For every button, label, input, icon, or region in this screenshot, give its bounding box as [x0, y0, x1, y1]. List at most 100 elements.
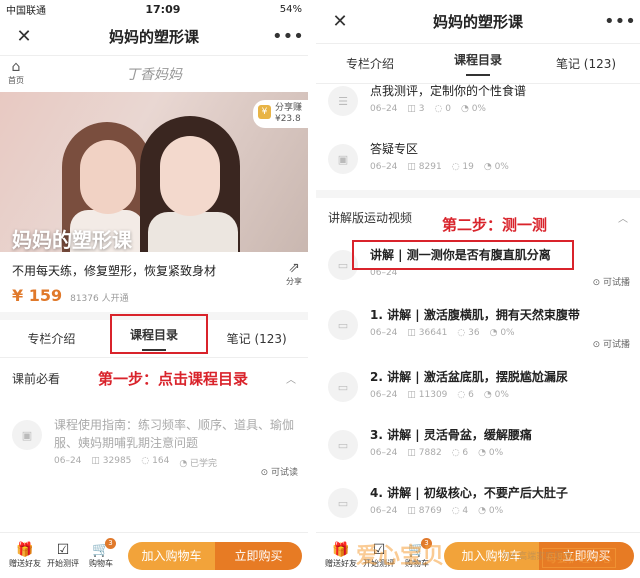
banner-title: 妈妈的塑形课: [12, 228, 132, 252]
list-item[interactable]: ▭ 3. 讲解 | 灵活骨盆，缓解腰痛 06–24 ◫ 7882 ◌ 6 ◔ 0…: [316, 418, 640, 476]
home-label: 首页: [8, 76, 24, 85]
video-list: ▭ 讲解 | 测一测你是否有腹直肌分离 06–24 ⊙ 可试播 ▭ 1. 讲解 …: [316, 238, 640, 532]
gift-button[interactable]: 🎁 赠送好友: [322, 542, 360, 569]
item-date: 06–24: [54, 456, 82, 466]
left-screen: 中国联通 17:09 54% ✕ 妈妈的塑形课 ••• ⌂ 首页 丁香妈妈 妈妈…: [0, 0, 312, 578]
item-meta: 06–24 ◫ 3 ◌ 0 ◔ 0%: [370, 104, 486, 114]
model-face-right: [160, 136, 220, 216]
video-icon: ▭: [328, 372, 358, 402]
item-meta: 06–24 ◫ 8291 ◌ 19 ◔ 0%: [370, 162, 509, 172]
cart-button[interactable]: 🛒 购物车 3: [82, 538, 120, 569]
home-icon: ⌂: [11, 59, 21, 75]
tab-notes[interactable]: 笔记 (123): [205, 330, 308, 347]
close-icon[interactable]: ✕: [12, 26, 36, 47]
item-meta: 06–24 ◫ 8769 ◌ 4 ◔ 0%: [370, 506, 504, 516]
step1-annotation: 第一步：点击课程目录: [98, 369, 249, 388]
item-title: 2. 讲解 | 激活盆底肌，摆脱尴尬漏尿: [370, 370, 568, 384]
section-header[interactable]: 课前必看 第一步：点击课程目录 ︿: [0, 358, 308, 398]
list-item[interactable]: ▣ 答疑专区 06–24 ◫ 8291 ◌ 19 ◔ 0%: [316, 132, 640, 190]
page-title: 妈妈的塑形课: [108, 28, 199, 46]
watermark-tag: 母婴护理中心: [542, 548, 616, 568]
list-item[interactable]: ▭ 1. 讲解 | 激活腹横肌，拥有天然束腹带 06–24 ◫ 36641 ◌ …: [316, 298, 640, 360]
model-body-right: [148, 212, 238, 252]
battery-level: 54%: [279, 3, 302, 15]
course-banner: 妈妈的塑形课 ¥ 分享赚 ¥23.8: [0, 92, 308, 252]
item-title: 4. 讲解 | 初级核心，不要产后大肚子: [370, 486, 568, 500]
model-face-left: [80, 140, 136, 214]
list-item[interactable]: ▣ 课程使用指南：练习频率、顺序、道具、瑜伽服、姨妈期哺乳期注意问题 06–24…: [0, 398, 308, 488]
tab-intro[interactable]: 专栏介绍: [0, 330, 103, 347]
video-icon: ▭: [328, 310, 358, 340]
document-icon: ☰: [328, 86, 358, 116]
tab-bar: 专栏介绍 课程目录 笔记 (123): [0, 312, 308, 358]
item-meta: 06–24 ◫ 11309 ◌ 6 ◔ 0%: [370, 390, 509, 400]
trial-label[interactable]: ⊙ 可试播: [593, 337, 630, 350]
page-title: 妈妈的塑形课: [432, 13, 523, 31]
start-test-button[interactable]: ☑ 开始测评: [44, 542, 82, 569]
gift-button[interactable]: 🎁 赠送好友: [6, 542, 44, 569]
list-item[interactable]: ▭ 2. 讲解 | 激活盆底肌，摆脱尴尬漏尿 06–24 ◫ 11309 ◌ 6…: [316, 360, 640, 418]
highlight-box-catalog: [110, 314, 208, 354]
buy-now-button[interactable]: 立即购买: [215, 541, 302, 570]
share-earn-label: 分享赚: [274, 103, 302, 113]
item-views: ◫ 32985: [91, 456, 132, 466]
brand-logo: 丁香妈妈: [126, 67, 182, 83]
list-item[interactable]: ▭ 讲解 | 测一测你是否有腹直肌分离 06–24 ⊙ 可试播: [316, 238, 640, 298]
divider: [316, 190, 640, 198]
carrier-label: 中国联通: [6, 5, 46, 17]
brand-bar: ⌂ 首页 丁香妈妈: [0, 56, 308, 92]
trial-label[interactable]: ⊙ 可试播: [593, 275, 630, 288]
share-earn-amount: ¥23.8: [274, 114, 301, 124]
video-icon: ▭: [328, 488, 358, 518]
share-earn-badge[interactable]: ¥ 分享赚 ¥23.8: [252, 100, 308, 128]
status-bar: 中国联通 17:09 54%: [0, 0, 308, 18]
step2-annotation: 第二步：测一测: [442, 216, 548, 234]
item-title: 点我测评，定制你的个性食谱: [370, 84, 527, 98]
bottom-action-bar: 🎁 赠送好友 ☑ 开始测评 🛒 购物车 3 加入购物车 立即购买: [0, 532, 308, 578]
more-icon[interactable]: •••: [272, 26, 304, 47]
course-description: 不用每天练，修复塑形，恢复紧致身材 ⇗ 分享: [0, 252, 308, 286]
add-to-cart-button[interactable]: 加入购物车: [128, 541, 215, 570]
list-item[interactable]: ▭ 4. 讲解 | 初级核心，不要产后大肚子 06–24 ◫ 8769 ◌ 4 …: [316, 476, 640, 532]
tab-intro[interactable]: 专栏介绍: [316, 55, 424, 72]
item-title: 3. 讲解 | 灵活骨盆，缓解腰痛: [370, 428, 532, 442]
home-button[interactable]: ⌂ 首页: [8, 59, 24, 86]
gift-icon: 🎁: [16, 542, 34, 558]
watermark-text: 爱心宝贝: [356, 544, 445, 569]
title-bar: ✕ 妈妈的塑形课 •••: [0, 18, 308, 56]
section-title: 课前必看: [12, 371, 61, 386]
list-item[interactable]: ☰ 点我测评，定制你的个性食谱 06–24 ◫ 3 ◌ 0 ◔ 0%: [316, 84, 640, 132]
image-icon: ▣: [328, 144, 358, 174]
highlight-box-test: [352, 240, 574, 270]
price-row: ¥ 159 81376 人开通: [0, 282, 308, 312]
image-icon: ▣: [12, 420, 42, 450]
item-title: 答疑专区: [370, 142, 419, 156]
close-icon[interactable]: ✕: [328, 11, 352, 32]
money-bag-icon: ¥: [257, 105, 271, 119]
chevron-up-icon[interactable]: ︿: [286, 371, 296, 386]
price: ¥ 159: [12, 286, 63, 305]
item-comments: ◌ 164: [141, 456, 170, 466]
tab-catalog[interactable]: 课程目录: [424, 51, 532, 76]
title-bar: ✕ 妈妈的塑形课 •••: [316, 0, 640, 44]
status-time: 17:09: [145, 2, 181, 16]
more-icon[interactable]: •••: [604, 11, 636, 32]
description-text: 不用每天练，修复塑形，恢复紧致身材: [12, 264, 217, 278]
item-meta: 06–24 ◫ 36641 ◌ 36 ◔ 0%: [370, 328, 515, 338]
item-status: ◔ 已学完: [179, 459, 218, 469]
chevron-up-icon[interactable]: ︿: [618, 210, 628, 225]
share-icon: ⇗: [288, 260, 300, 276]
share-button[interactable]: ⇗ 分享: [286, 260, 302, 287]
learner-count: 81376 人开通: [70, 294, 129, 304]
right-screen: ✕ 妈妈的塑形课 ••• 专栏介绍 课程目录 笔记 (123) ☰ 点我测评，定…: [316, 0, 640, 578]
checklist-icon: ☑: [56, 542, 70, 558]
video-icon: ▭: [328, 430, 358, 460]
trial-label[interactable]: ⊙ 可试读: [261, 465, 298, 478]
item-title: 1. 讲解 | 激活腹横肌，拥有天然束腹带: [370, 308, 580, 322]
tab-notes[interactable]: 笔记 (123): [532, 55, 640, 72]
tab-bar: 专栏介绍 课程目录 笔记 (123): [316, 44, 640, 84]
section-title: 讲解版运动视频: [328, 210, 413, 225]
share-label: 分享: [286, 277, 302, 286]
gift-icon: 🎁: [332, 542, 350, 558]
cart-count-badge: 3: [105, 538, 116, 549]
